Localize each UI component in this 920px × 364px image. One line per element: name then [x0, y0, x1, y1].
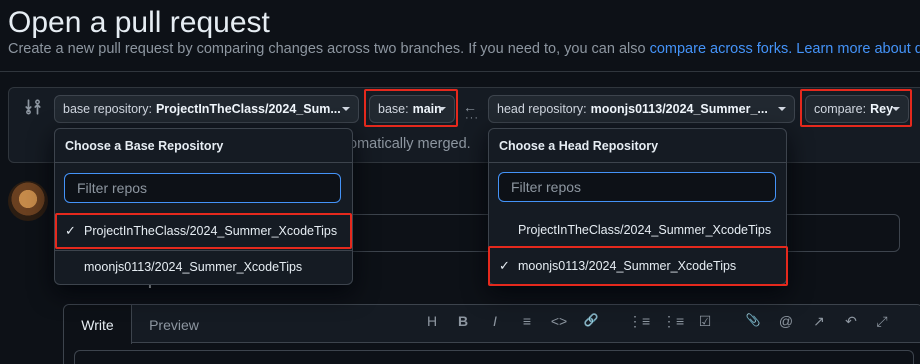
page-title: Open a pull request	[8, 6, 270, 39]
base-repository-button[interactable]: base repository: ProjectInTheClass/2024_…	[54, 95, 359, 123]
base-repo-value: ProjectInTheClass/2024_Sum...	[155, 102, 341, 116]
subtitle-text: Create a new pull request by comparing c…	[8, 41, 650, 57]
learn-more-link[interactable]: Learn more about d	[796, 41, 920, 57]
heading-icon[interactable]: H	[421, 313, 443, 329]
head-repo-label: head repository:	[497, 102, 587, 116]
head-repository-button[interactable]: head repository: moonjs0113/2024_Summer_…	[488, 95, 795, 123]
fullscreen-icon[interactable]: ⤢	[871, 313, 893, 330]
attach-icon[interactable]: 📎	[742, 313, 764, 327]
tab-write[interactable]: Write	[64, 305, 132, 344]
highlight-base-item	[55, 213, 352, 249]
task-list-icon[interactable]: ☑	[694, 313, 716, 330]
link-icon[interactable]: 🔗	[580, 313, 602, 327]
highlight-base-branch	[364, 89, 458, 127]
base-repo-label: base repository:	[63, 102, 152, 116]
tab-preview[interactable]: Preview	[134, 305, 214, 344]
ellipsis-icon: ···	[465, 112, 479, 124]
description-textarea[interactable]	[74, 350, 914, 364]
unordered-list-icon[interactable]: ⋮≡	[628, 313, 650, 330]
dropdown-divider	[55, 250, 352, 251]
head-filter-input[interactable]: Filter repos	[498, 172, 776, 202]
base-dropdown-header: Choose a Base Repository	[55, 129, 352, 163]
highlight-compare-branch	[800, 89, 912, 127]
undo-icon[interactable]: ↶	[840, 313, 862, 330]
head-dropdown-header: Choose a Head Repository	[489, 129, 786, 163]
head-repo-item-0[interactable]: ProjectInTheClass/2024_Summer_XcodeTips	[518, 223, 771, 237]
compare-forks-link[interactable]: compare across forks.	[650, 41, 793, 57]
reference-icon[interactable]: ↗	[808, 313, 830, 330]
git-compare-icon	[25, 99, 41, 115]
code-icon[interactable]: <>	[548, 313, 570, 329]
header-divider	[0, 71, 920, 72]
merge-status-text: omatically merged.	[349, 136, 471, 152]
head-repo-value: moonjs0113/2024_Summer_...	[590, 102, 768, 116]
chevron-down-icon	[342, 107, 350, 111]
highlight-head-item	[488, 246, 788, 286]
base-repo-item-1[interactable]: moonjs0113/2024_Summer_XcodeTips	[84, 260, 302, 274]
page-subtitle: Create a new pull request by comparing c…	[8, 41, 920, 57]
ordered-list-icon[interactable]: ⋮≡	[662, 313, 684, 330]
quote-icon[interactable]: ≡	[516, 313, 538, 329]
bold-icon[interactable]: B	[452, 313, 474, 329]
base-filter-input[interactable]: Filter repos	[64, 173, 341, 203]
italic-icon[interactable]: I	[484, 313, 506, 329]
avatar[interactable]	[8, 181, 48, 221]
mention-icon[interactable]: @	[775, 313, 797, 329]
chevron-down-icon	[778, 107, 786, 111]
